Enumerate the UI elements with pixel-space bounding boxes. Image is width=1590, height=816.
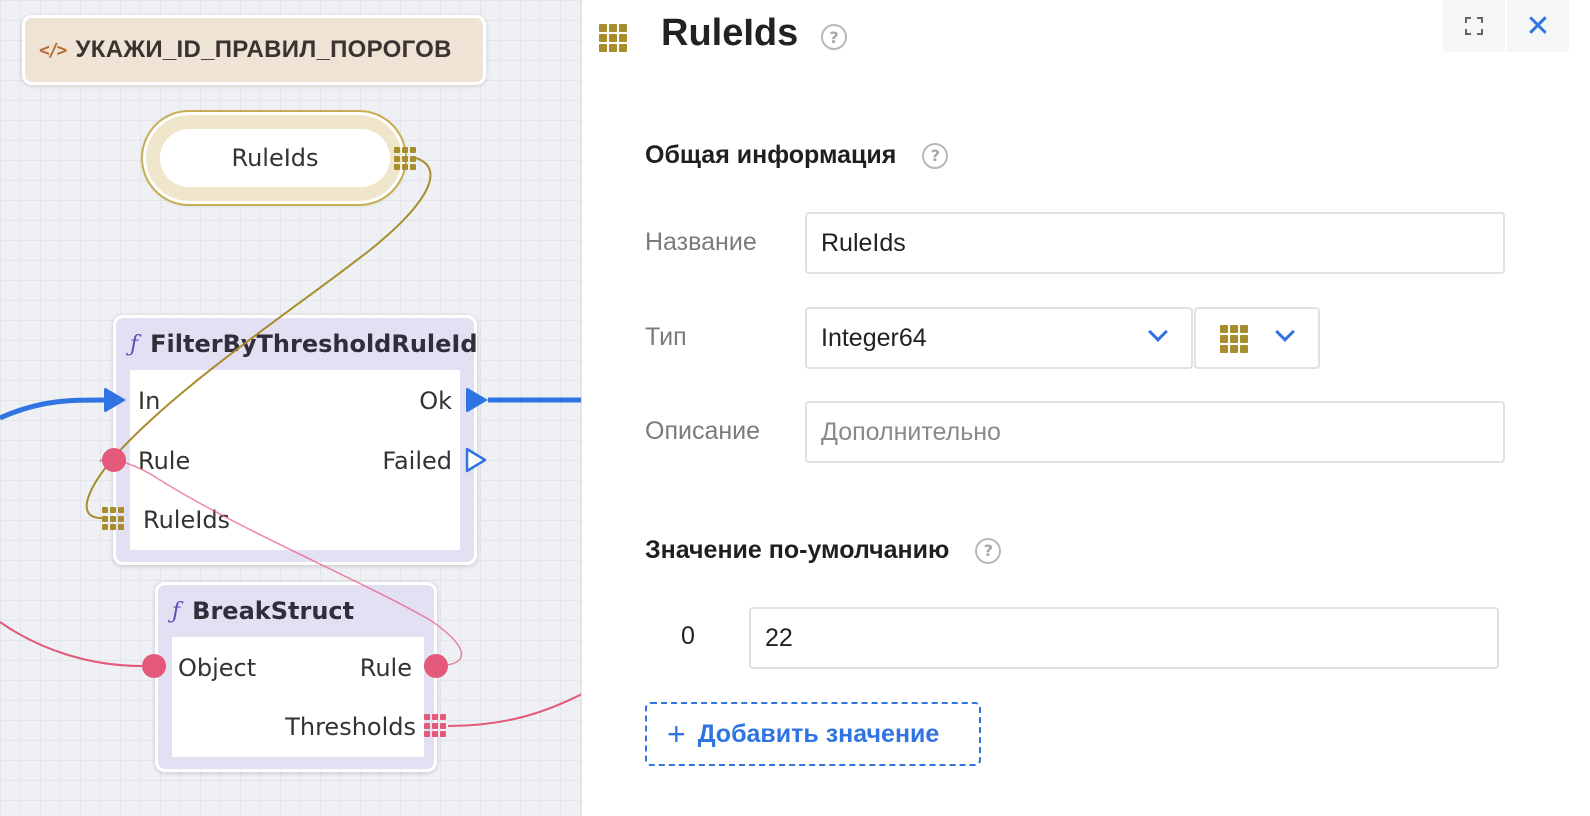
section-default-title: Значение по-умолчанию ? [645, 536, 1002, 565]
pin-label-thresholds: Thresholds [285, 713, 416, 741]
exec-wire-in [0, 397, 105, 421]
close-icon: ✕ [1525, 8, 1551, 44]
filter-node[interactable]: ƒ FilterByThresholdRuleId In Rule RuleId… [113, 315, 478, 565]
chevron-down-icon [1148, 322, 1168, 342]
description-label: Описание [645, 417, 761, 445]
add-value-label: Добавить значение [697, 719, 940, 748]
plus-icon: + [667, 716, 686, 752]
variable-output-grid-icon[interactable] [394, 147, 418, 171]
properties-panel: RuleIds ? ✕ Общая информация ? Название … [583, 0, 1590, 816]
add-value-button[interactable]: + Добавить значение [645, 702, 981, 766]
comment-title: УКАЖИ_ID_ПРАВИЛ_ПОРОГОВ [75, 36, 452, 63]
object-wire [0, 621, 143, 667]
panel-header: RuleIds ? ✕ [583, 0, 1590, 76]
name-input[interactable]: RuleIds [805, 212, 1505, 274]
object-input-pin[interactable] [142, 654, 166, 678]
type-label: Тип [645, 323, 687, 351]
pin-label-in: In [138, 387, 161, 415]
chevron-down-icon [1275, 322, 1295, 342]
code-icon: </> [39, 39, 67, 61]
pin-label-rule-out: Rule [359, 654, 412, 682]
function-icon: ƒ [130, 331, 139, 357]
panel-title: RuleIds [661, 12, 799, 54]
grid-icon [599, 24, 627, 52]
default-value-index: 0 [681, 622, 695, 650]
filter-node-header: ƒ FilterByThresholdRuleId [116, 318, 478, 370]
variable-label: RuleIds [160, 129, 390, 187]
description-input[interactable]: Дополнительно [805, 401, 1505, 463]
pin-label-rule: Rule [138, 447, 191, 475]
pin-label-ruleids: RuleIds [143, 506, 231, 534]
expand-icon [1465, 17, 1483, 35]
pin-label-failed: Failed [382, 447, 452, 475]
rule-output-pin[interactable] [424, 654, 448, 678]
pin-label-ok: Ok [419, 387, 452, 415]
rule-input-pin[interactable] [102, 448, 126, 472]
comment-node[interactable]: </> УКАЖИ_ID_ПРАВИЛ_ПОРОГОВ [22, 15, 486, 85]
thresholds-wire [447, 693, 581, 727]
help-icon[interactable]: ? [922, 142, 949, 169]
function-icon: ƒ [172, 598, 181, 624]
thresholds-output-grid-icon[interactable] [424, 714, 448, 738]
grid-icon [1220, 325, 1248, 353]
close-button[interactable]: ✕ [1507, 0, 1569, 52]
exec-in-pin[interactable] [104, 387, 126, 413]
graph-canvas[interactable]: </> УКАЖИ_ID_ПРАВИЛ_ПОРОГОВ RuleIds ƒ Fi… [0, 0, 582, 816]
type-select[interactable]: Integer64 [805, 307, 1193, 369]
pin-label-object: Object [178, 654, 257, 682]
break-struct-node[interactable]: ƒ BreakStruct Object Rule Thresholds [155, 582, 437, 772]
default-value-input[interactable]: 22 [749, 607, 1499, 669]
help-icon[interactable]: ? [821, 24, 847, 50]
name-label: Название [645, 228, 757, 256]
break-struct-header: ƒ BreakStruct [158, 585, 434, 637]
exec-ok-pin[interactable] [466, 387, 488, 413]
variable-node-ruleids[interactable]: RuleIds [143, 112, 405, 204]
type-select-value: Integer64 [821, 323, 927, 352]
help-icon[interactable]: ? [975, 537, 1002, 564]
exec-failed-pin[interactable] [465, 447, 487, 473]
break-struct-title: BreakStruct [192, 597, 355, 625]
expand-button[interactable] [1443, 0, 1505, 52]
container-type-select[interactable] [1194, 307, 1320, 369]
ruleids-input-grid-icon[interactable] [102, 507, 126, 531]
section-general-title: Общая информация ? [645, 141, 949, 170]
filter-node-title: FilterByThresholdRuleId [150, 330, 478, 358]
